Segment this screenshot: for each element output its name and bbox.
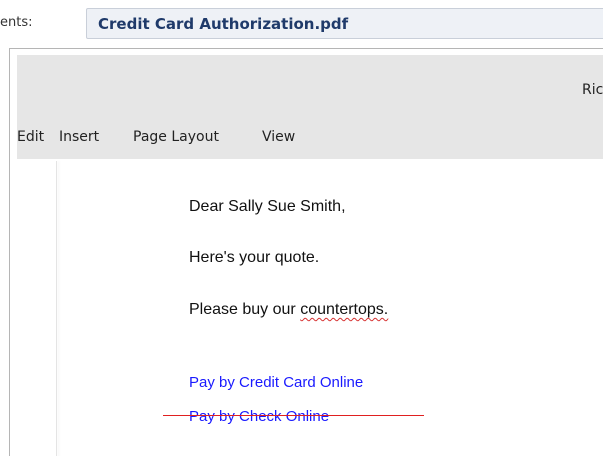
red-strikethrough-annotation	[163, 415, 424, 416]
menu-edit[interactable]: Edit	[17, 129, 44, 145]
menu-insert[interactable]: Insert	[59, 129, 99, 145]
editor-ribbon: Rich Edit Insert Page Layout View	[17, 55, 603, 159]
quote-text: Here's your quote.	[189, 249, 319, 267]
pay-by-credit-card-link[interactable]: Pay by Credit Card Online	[189, 374, 363, 391]
quote-text-content: Here's your quote.	[189, 249, 320, 266]
pay-by-check-link[interactable]: Pay by Check Online	[189, 408, 329, 425]
attachment-file-name[interactable]: Credit Card Authorization.pdf	[98, 15, 348, 33]
menu-view[interactable]: View	[262, 129, 295, 145]
email-compose-page: ents: Credit Card Authorization.pdf Rich…	[0, 0, 603, 456]
attachments-label: ents:	[0, 15, 33, 30]
greeting-text: Dear Sally Sue Smith,	[189, 198, 346, 215]
attachment-field[interactable]: Credit Card Authorization.pdf	[86, 8, 603, 39]
rich-text-toggle[interactable]: Rich	[582, 82, 603, 98]
page-margin-edge	[56, 161, 57, 456]
menu-page-layout[interactable]: Page Layout	[133, 129, 219, 145]
misspelled-word[interactable]: countertops.	[300, 301, 388, 318]
pitch-text-prefix: Please buy our	[189, 301, 301, 318]
pitch-text: Please buy our countertops.	[189, 301, 388, 319]
